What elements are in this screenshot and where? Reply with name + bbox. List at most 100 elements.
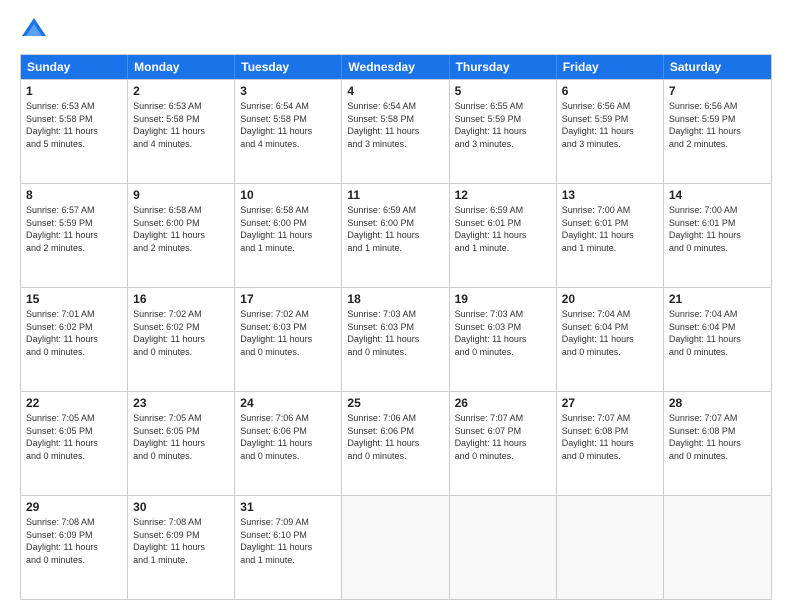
day-info: Sunrise: 7:09 AM Sunset: 6:10 PM Dayligh… [240, 516, 336, 566]
calendar-row-5: 29 Sunrise: 7:08 AM Sunset: 6:09 PM Dayli… [21, 495, 771, 599]
logo [20, 16, 52, 44]
day-number: 20 [562, 292, 658, 306]
header-day-sunday: Sunday [21, 55, 128, 79]
day-info: Sunrise: 7:05 AM Sunset: 6:05 PM Dayligh… [26, 412, 122, 462]
day-info: Sunrise: 7:03 AM Sunset: 6:03 PM Dayligh… [347, 308, 443, 358]
day-number: 15 [26, 292, 122, 306]
calendar-cell: 17Sunrise: 7:02 AM Sunset: 6:03 PM Dayli… [235, 288, 342, 391]
calendar-cell: 25 Sunrise: 7:06 AM Sunset: 6:06 PM Dayli… [342, 392, 449, 495]
day-number: 1 [26, 84, 122, 98]
calendar-cell: 22 Sunrise: 7:05 AM Sunset: 6:05 PM Dayli… [21, 392, 128, 495]
calendar-cell: 7 Sunrise: 6:56 AM Sunset: 5:59 PM Daylig… [664, 80, 771, 183]
day-number: 29 [26, 500, 122, 514]
calendar-cell: 9 Sunrise: 6:58 AM Sunset: 6:00 PM Daylig… [128, 184, 235, 287]
calendar-row-2: 8 Sunrise: 6:57 AM Sunset: 5:59 PM Daylig… [21, 183, 771, 287]
day-info: Sunrise: 6:54 AM Sunset: 5:58 PM Dayligh… [240, 100, 336, 150]
day-number: 24 [240, 396, 336, 410]
calendar-cell: 2Sunrise: 6:53 AM Sunset: 5:58 PM Daylig… [128, 80, 235, 183]
day-number: 8 [26, 188, 122, 202]
day-number: 13 [562, 188, 658, 202]
day-info: Sunrise: 6:53 AM Sunset: 5:58 PM Dayligh… [26, 100, 122, 150]
day-number: 4 [347, 84, 443, 98]
day-number: 22 [26, 396, 122, 410]
calendar-cell: 23 Sunrise: 7:05 AM Sunset: 6:05 PM Dayli… [128, 392, 235, 495]
day-info: Sunrise: 7:08 AM Sunset: 6:09 PM Dayligh… [26, 516, 122, 566]
page: SundayMondayTuesdayWednesdayThursdayFrid… [0, 0, 792, 612]
calendar-cell: 6 Sunrise: 6:56 AM Sunset: 5:59 PM Daylig… [557, 80, 664, 183]
header-day-tuesday: Tuesday [235, 55, 342, 79]
calendar-cell: 29 Sunrise: 7:08 AM Sunset: 6:09 PM Dayli… [21, 496, 128, 599]
day-number: 18 [347, 292, 443, 306]
calendar-cell: 16 Sunrise: 7:02 AM Sunset: 6:02 PM Dayli… [128, 288, 235, 391]
day-number: 26 [455, 396, 551, 410]
day-info: Sunrise: 7:03 AM Sunset: 6:03 PM Dayligh… [455, 308, 551, 358]
day-number: 7 [669, 84, 766, 98]
calendar-cell: 1 Sunrise: 6:53 AM Sunset: 5:58 PM Daylig… [21, 80, 128, 183]
day-info: Sunrise: 7:06 AM Sunset: 6:06 PM Dayligh… [240, 412, 336, 462]
day-number: 23 [133, 396, 229, 410]
day-number: 11 [347, 188, 443, 202]
day-info: Sunrise: 6:56 AM Sunset: 5:59 PM Dayligh… [669, 100, 766, 150]
day-info: Sunrise: 7:07 AM Sunset: 6:08 PM Dayligh… [669, 412, 766, 462]
calendar-cell: 14Sunrise: 7:00 AM Sunset: 6:01 PM Dayli… [664, 184, 771, 287]
day-number: 5 [455, 84, 551, 98]
day-number: 9 [133, 188, 229, 202]
logo-icon [20, 16, 48, 44]
day-number: 30 [133, 500, 229, 514]
calendar-cell: 4 Sunrise: 6:54 AM Sunset: 5:58 PM Daylig… [342, 80, 449, 183]
day-number: 27 [562, 396, 658, 410]
calendar-cell: 19 Sunrise: 7:03 AM Sunset: 6:03 PM Dayli… [450, 288, 557, 391]
calendar-cell [557, 496, 664, 599]
day-info: Sunrise: 7:02 AM Sunset: 6:02 PM Dayligh… [133, 308, 229, 358]
calendar-cell: 15Sunrise: 7:01 AM Sunset: 6:02 PM Dayli… [21, 288, 128, 391]
calendar-cell: 24 Sunrise: 7:06 AM Sunset: 6:06 PM Dayli… [235, 392, 342, 495]
day-number: 6 [562, 84, 658, 98]
calendar-cell: 31 Sunrise: 7:09 AM Sunset: 6:10 PM Dayli… [235, 496, 342, 599]
day-info: Sunrise: 7:08 AM Sunset: 6:09 PM Dayligh… [133, 516, 229, 566]
calendar-cell: 12Sunrise: 6:59 AM Sunset: 6:01 PM Dayli… [450, 184, 557, 287]
day-info: Sunrise: 7:06 AM Sunset: 6:06 PM Dayligh… [347, 412, 443, 462]
day-info: Sunrise: 6:55 AM Sunset: 5:59 PM Dayligh… [455, 100, 551, 150]
day-info: Sunrise: 7:05 AM Sunset: 6:05 PM Dayligh… [133, 412, 229, 462]
calendar-cell: 21 Sunrise: 7:04 AM Sunset: 6:04 PM Dayli… [664, 288, 771, 391]
day-info: Sunrise: 6:59 AM Sunset: 6:01 PM Dayligh… [455, 204, 551, 254]
day-info: Sunrise: 7:07 AM Sunset: 6:07 PM Dayligh… [455, 412, 551, 462]
day-info: Sunrise: 6:58 AM Sunset: 6:00 PM Dayligh… [133, 204, 229, 254]
day-info: Sunrise: 7:07 AM Sunset: 6:08 PM Dayligh… [562, 412, 658, 462]
calendar-cell: 18 Sunrise: 7:03 AM Sunset: 6:03 PM Dayli… [342, 288, 449, 391]
day-info: Sunrise: 7:02 AM Sunset: 6:03 PM Dayligh… [240, 308, 336, 358]
calendar-body: 1 Sunrise: 6:53 AM Sunset: 5:58 PM Daylig… [21, 79, 771, 599]
day-number: 2 [133, 84, 229, 98]
calendar-cell [664, 496, 771, 599]
day-info: Sunrise: 6:56 AM Sunset: 5:59 PM Dayligh… [562, 100, 658, 150]
day-number: 16 [133, 292, 229, 306]
day-number: 19 [455, 292, 551, 306]
calendar-cell: 5 Sunrise: 6:55 AM Sunset: 5:59 PM Daylig… [450, 80, 557, 183]
day-number: 10 [240, 188, 336, 202]
day-number: 28 [669, 396, 766, 410]
day-number: 31 [240, 500, 336, 514]
header-day-thursday: Thursday [450, 55, 557, 79]
header-day-wednesday: Wednesday [342, 55, 449, 79]
day-info: Sunrise: 7:04 AM Sunset: 6:04 PM Dayligh… [669, 308, 766, 358]
header [20, 16, 772, 44]
day-info: Sunrise: 7:00 AM Sunset: 6:01 PM Dayligh… [562, 204, 658, 254]
calendar-cell: 30 Sunrise: 7:08 AM Sunset: 6:09 PM Dayli… [128, 496, 235, 599]
day-info: Sunrise: 6:54 AM Sunset: 5:58 PM Dayligh… [347, 100, 443, 150]
day-number: 3 [240, 84, 336, 98]
day-number: 25 [347, 396, 443, 410]
header-day-friday: Friday [557, 55, 664, 79]
calendar-row-1: 1 Sunrise: 6:53 AM Sunset: 5:58 PM Daylig… [21, 79, 771, 183]
day-info: Sunrise: 6:57 AM Sunset: 5:59 PM Dayligh… [26, 204, 122, 254]
calendar-cell [450, 496, 557, 599]
calendar-cell: 3 Sunrise: 6:54 AM Sunset: 5:58 PM Daylig… [235, 80, 342, 183]
calendar-header: SundayMondayTuesdayWednesdayThursdayFrid… [21, 55, 771, 79]
day-info: Sunrise: 6:58 AM Sunset: 6:00 PM Dayligh… [240, 204, 336, 254]
day-info: Sunrise: 7:04 AM Sunset: 6:04 PM Dayligh… [562, 308, 658, 358]
calendar-cell [342, 496, 449, 599]
calendar-cell: 13 Sunrise: 7:00 AM Sunset: 6:01 PM Dayli… [557, 184, 664, 287]
calendar-cell: 27 Sunrise: 7:07 AM Sunset: 6:08 PM Dayli… [557, 392, 664, 495]
calendar: SundayMondayTuesdayWednesdayThursdayFrid… [20, 54, 772, 600]
day-number: 21 [669, 292, 766, 306]
header-day-saturday: Saturday [664, 55, 771, 79]
